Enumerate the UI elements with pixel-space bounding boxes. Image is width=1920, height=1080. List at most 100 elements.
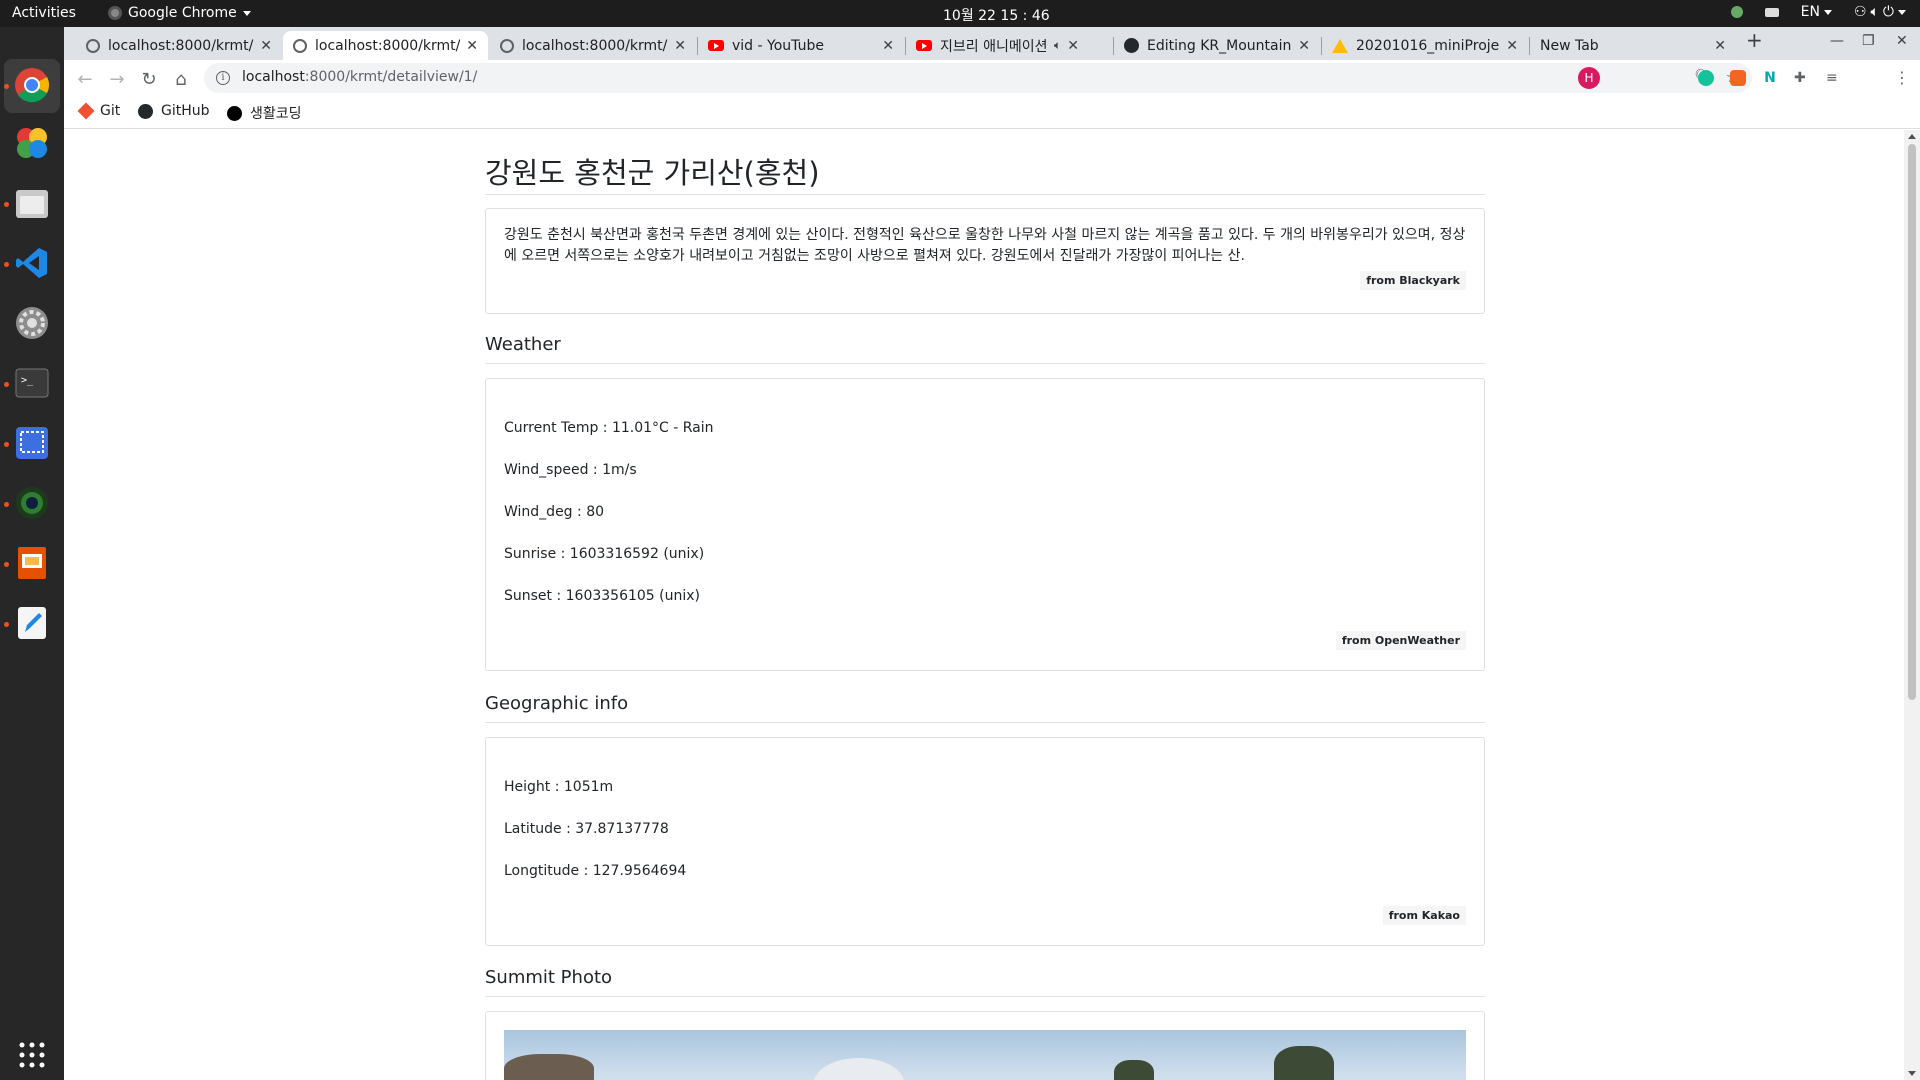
tab-title: vid - YouTube: [732, 37, 824, 54]
geo-heading: Geographic info: [485, 693, 629, 714]
photo-tree: [1114, 1060, 1154, 1080]
vscode-launcher[interactable]: [12, 243, 52, 283]
grammarly-icon[interactable]: [1698, 70, 1714, 86]
github-icon: [138, 103, 153, 119]
settings-launcher[interactable]: [12, 303, 52, 343]
profile-avatar[interactable]: H: [1578, 67, 1600, 89]
git-icon: [77, 102, 95, 120]
bookmark-saenghwal-coding[interactable]: 생활코딩: [227, 103, 302, 123]
tab-title: New Tab: [1540, 37, 1599, 54]
browser-toolbar: ← → ↻ ⌂ i localhost:8000/krmt/detailview…: [64, 60, 1920, 97]
divider: [485, 722, 1485, 723]
url-text[interactable]: localhost:8000/krmt/detailview/1/: [242, 69, 477, 85]
photo-peak: [814, 1058, 904, 1080]
impress-launcher[interactable]: [12, 543, 52, 583]
running-indicator: [4, 442, 9, 447]
close-icon[interactable]: ✕: [260, 38, 272, 54]
minimize-button[interactable]: —: [1830, 33, 1844, 49]
info-icon[interactable]: i: [216, 71, 230, 85]
keyboard-icon[interactable]: [1764, 7, 1779, 17]
language-label: EN: [1800, 4, 1820, 20]
description-card: 강원도 춘천시 북산면과 홍천국 두촌면 경계에 있는 산이다. 전형적인 육산…: [485, 208, 1485, 314]
bookmark-git[interactable]: Git: [77, 102, 120, 120]
photo-tree: [504, 1054, 594, 1080]
tab-active[interactable]: localhost:8000/krmt/ ✕: [283, 31, 488, 60]
back-button[interactable]: ←: [72, 66, 98, 92]
page-scrollbar[interactable]: [1904, 130, 1920, 1080]
close-icon[interactable]: ✕: [466, 38, 478, 54]
presentation-icon: [18, 547, 46, 579]
clock[interactable]: 10월 22 15 : 46: [943, 5, 1050, 25]
language-selector[interactable]: EN: [1801, 4, 1832, 20]
close-icon[interactable]: ✕: [882, 38, 894, 54]
terminal-icon: >_: [15, 368, 49, 398]
restore-button[interactable]: ❐: [1862, 33, 1875, 49]
source-badge: from Blackyark: [1360, 271, 1466, 290]
bookmark-label: 생활코딩: [250, 106, 302, 122]
github-icon: [1124, 38, 1139, 53]
screenshot-launcher[interactable]: [12, 423, 52, 463]
page-viewport: 강원도 홍천군 가리산(홍천) 강원도 춘천시 북산면과 홍천국 두촌면 경계에…: [64, 130, 1904, 1080]
new-tab-button[interactable]: +: [1746, 28, 1763, 52]
home-button[interactable]: ⌂: [168, 66, 194, 92]
scroll-thumb[interactable]: [1908, 144, 1916, 700]
close-icon[interactable]: ✕: [1298, 38, 1310, 54]
terminal-launcher[interactable]: >_: [12, 363, 52, 403]
close-icon[interactable]: ✕: [1506, 38, 1518, 54]
divider: [485, 194, 1485, 195]
svg-text:>_: >_: [21, 375, 34, 386]
close-icon[interactable]: ✕: [1067, 38, 1079, 54]
globe-icon: [500, 38, 514, 53]
source-badge: from OpenWeather: [1335, 631, 1466, 650]
files-launcher[interactable]: [12, 183, 52, 223]
app-menu[interactable]: Google Chrome: [108, 5, 251, 21]
app-menu-label: Google Chrome: [128, 5, 237, 21]
n-extension-icon[interactable]: N: [1762, 70, 1778, 86]
chrome-icon: [108, 6, 122, 20]
wind-speed: Wind_speed : 1m/s: [504, 462, 637, 478]
menu-icon[interactable]: ⋮: [1894, 70, 1910, 86]
url-path: :8000/krmt/detailview/1/: [304, 69, 478, 85]
bookmarks-bar: Git GitHub 생활코딩: [64, 97, 1920, 129]
forward-button[interactable]: →: [104, 66, 130, 92]
scroll-down-arrow[interactable]: [1908, 1071, 1916, 1076]
tab[interactable]: New Tab ✕: [1530, 31, 1736, 60]
dock: >_: [0, 27, 64, 1080]
tab[interactable]: localhost:8000/krmt/ ✕: [76, 31, 282, 60]
photos-launcher[interactable]: [12, 123, 52, 163]
running-indicator: [4, 502, 9, 507]
speaker-icon[interactable]: 🔈︎: [1054, 38, 1061, 53]
puzzle-icon[interactable]: ✚: [1794, 70, 1810, 86]
chrome-launcher[interactable]: [12, 65, 52, 105]
photo-heading: Summit Photo: [485, 967, 613, 988]
system-menu[interactable]: ⚇ 🔈︎ ⏻: [1854, 4, 1906, 20]
bookmark-github[interactable]: GitHub: [138, 103, 210, 119]
window-close-button[interactable]: ✕: [1896, 33, 1908, 49]
chrome-icon: [15, 68, 49, 103]
summit-photo: [504, 1030, 1466, 1080]
address-bar[interactable]: i localhost:8000/krmt/detailview/1/ 🔍︎ ☆: [204, 63, 1752, 93]
youtube-icon: [708, 40, 724, 51]
tab[interactable]: Editing KR_Mountain ✕: [1114, 31, 1320, 60]
extension-icon[interactable]: [1730, 70, 1746, 86]
tab-title: localhost:8000/krmt/: [315, 37, 461, 54]
activities-button[interactable]: Activities: [12, 5, 76, 21]
tab[interactable]: vid - YouTube ✕: [698, 31, 904, 60]
text-editor-launcher[interactable]: [12, 603, 52, 643]
running-indicator: [4, 202, 9, 207]
status-icon[interactable]: [1730, 6, 1743, 18]
tab[interactable]: localhost:8000/krmt/ ✕: [490, 31, 696, 60]
camera-launcher[interactable]: [12, 483, 52, 523]
show-applications-button[interactable]: [12, 1035, 52, 1075]
close-icon[interactable]: ✕: [674, 38, 686, 54]
power-icon: ⏻: [1882, 4, 1894, 20]
scroll-up-arrow[interactable]: [1908, 134, 1916, 139]
folder-icon: [16, 190, 48, 218]
close-icon[interactable]: ✕: [1714, 38, 1726, 54]
reload-button[interactable]: ↻: [136, 66, 162, 92]
media-control-icon[interactable]: ≡: [1826, 70, 1842, 86]
system-tray: EN ⚇ 🔈︎ ⏻: [1730, 4, 1906, 20]
tab[interactable]: 지브리 애니메이션 🔈︎ ✕: [906, 31, 1112, 60]
system-top-bar: Activities Google Chrome 10월 22 15 : 46 …: [0, 0, 1920, 27]
tab[interactable]: 20201016_miniProjec ✕: [1322, 31, 1528, 60]
